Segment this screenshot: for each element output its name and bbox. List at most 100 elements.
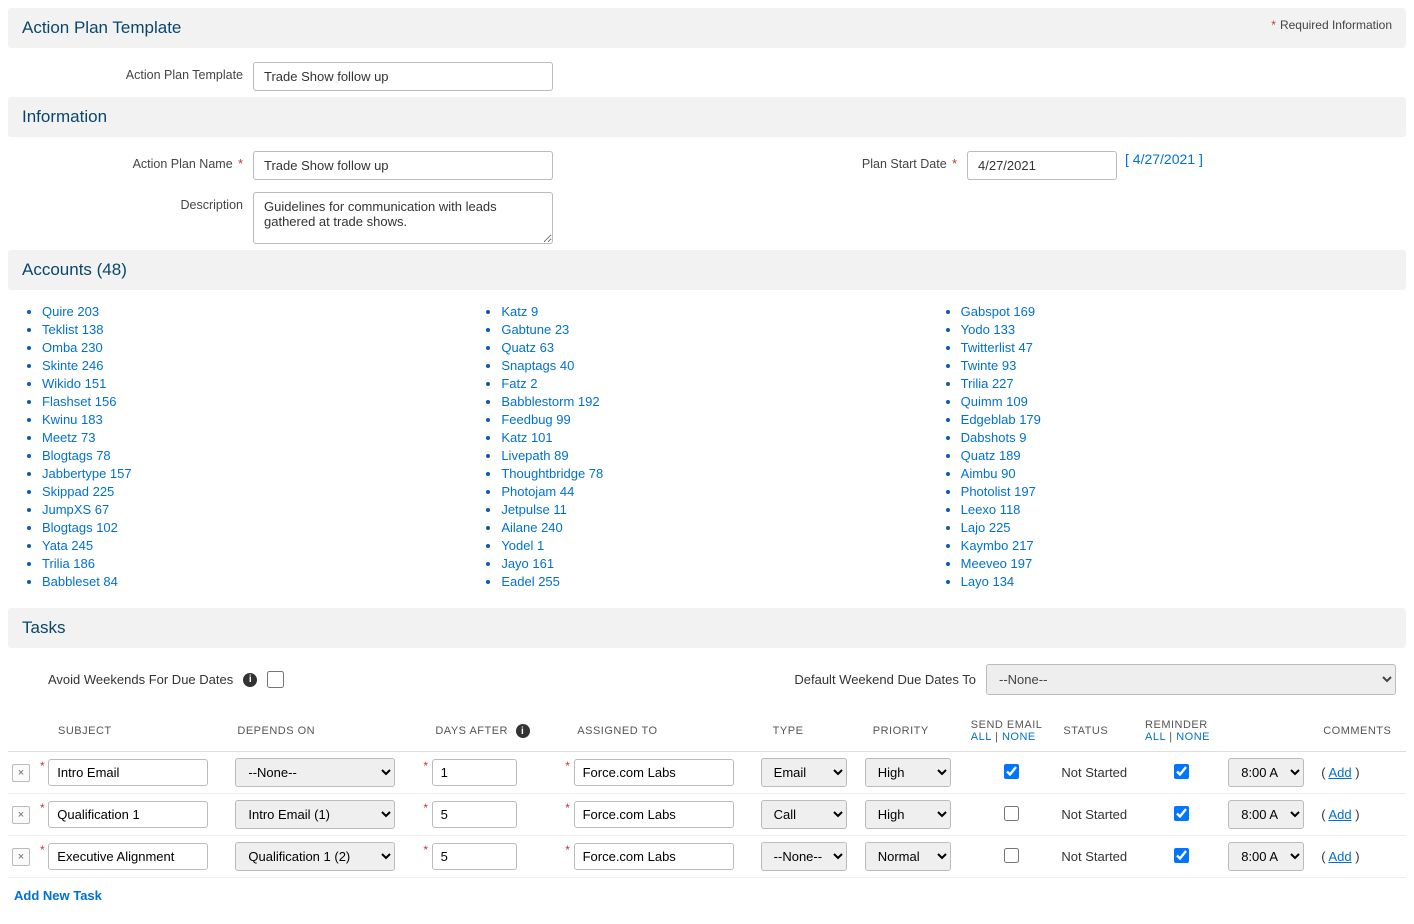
account-link[interactable]: Jabbertype 157 (42, 464, 477, 482)
account-link[interactable]: Jayo 161 (501, 554, 936, 572)
link-start-date-today[interactable]: [ 4/27/2021 ] (1125, 151, 1203, 167)
info-icon[interactable]: i (516, 724, 530, 738)
checkbox-reminder[interactable] (1174, 848, 1189, 863)
checkbox-send-email[interactable] (1004, 848, 1019, 863)
select-reminder-time[interactable]: 8:00 AM (1228, 800, 1304, 829)
input-description[interactable] (253, 192, 553, 244)
account-link[interactable]: Meetz 73 (42, 428, 477, 446)
account-link[interactable]: Yodo 133 (961, 320, 1396, 338)
account-link[interactable]: Snaptags 40 (501, 356, 936, 374)
select-type[interactable]: Email (761, 758, 847, 787)
select-priority[interactable]: High (865, 758, 951, 787)
input-plan-name[interactable] (253, 151, 553, 180)
select-type[interactable]: --None-- (761, 842, 847, 871)
checkbox-reminder[interactable] (1174, 764, 1189, 779)
account-link[interactable]: Kwinu 183 (42, 410, 477, 428)
input-subject[interactable] (48, 843, 208, 870)
account-link[interactable]: JumpXS 67 (42, 500, 477, 518)
account-link[interactable]: Lajo 225 (961, 518, 1396, 536)
link-add-comment[interactable]: Add (1328, 849, 1351, 864)
link-add-comment[interactable]: Add (1328, 807, 1351, 822)
account-link[interactable]: Dabshots 9 (961, 428, 1396, 446)
link-reminder-all[interactable]: ALL (1145, 731, 1166, 743)
account-link[interactable]: Blogtags 78 (42, 446, 477, 464)
input-subject[interactable] (48, 801, 208, 828)
account-link[interactable]: Twinte 93 (961, 356, 1396, 374)
account-link[interactable]: Omba 230 (42, 338, 477, 356)
input-start-date[interactable] (967, 151, 1117, 180)
select-reminder-time[interactable]: 8:00 AM (1228, 758, 1304, 787)
select-type[interactable]: Call (761, 800, 847, 829)
account-link[interactable]: Quimm 109 (961, 392, 1396, 410)
select-default-weekend[interactable]: --None-- (986, 664, 1396, 695)
account-link[interactable]: Twitterlist 47 (961, 338, 1396, 356)
account-link[interactable]: Feedbug 99 (501, 410, 936, 428)
account-link[interactable]: Layo 134 (961, 572, 1396, 590)
account-link[interactable]: Edgeblab 179 (961, 410, 1396, 428)
account-link[interactable]: Leexo 118 (961, 500, 1396, 518)
account-link[interactable]: Katz 9 (501, 302, 936, 320)
select-reminder-time[interactable]: 8:00 AM (1228, 842, 1304, 871)
account-link[interactable]: Jetpulse 11 (501, 500, 936, 518)
input-subject[interactable] (48, 759, 208, 786)
account-link[interactable]: Quire 203 (42, 302, 477, 320)
account-link[interactable]: Quatz 63 (501, 338, 936, 356)
account-link[interactable]: Photolist 197 (961, 482, 1396, 500)
account-link[interactable]: Wikido 151 (42, 374, 477, 392)
account-link[interactable]: Fatz 2 (501, 374, 936, 392)
link-add-new-task[interactable]: Add New Task (8, 878, 108, 913)
select-depends-on[interactable]: --None-- (235, 758, 395, 787)
account-link[interactable]: Trilia 186 (42, 554, 477, 572)
input-days-after[interactable] (432, 759, 517, 786)
input-assigned-to[interactable] (574, 843, 734, 870)
select-depends-on[interactable]: Intro Email (1) (235, 800, 395, 829)
account-link[interactable]: Babbleset 84 (42, 572, 477, 590)
account-link[interactable]: Aimbu 90 (961, 464, 1396, 482)
link-sendemail-none[interactable]: NONE (1002, 731, 1036, 743)
account-link[interactable]: Eadel 255 (501, 572, 936, 590)
account-link[interactable]: Teklist 138 (42, 320, 477, 338)
account-link[interactable]: Yata 245 (42, 536, 477, 554)
account-link[interactable]: Gabspot 169 (961, 302, 1396, 320)
col-comments: COMMENTS (1317, 711, 1406, 752)
account-link[interactable]: Skippad 225 (42, 482, 477, 500)
input-assigned-to[interactable] (574, 801, 734, 828)
account-link[interactable]: Livepath 89 (501, 446, 936, 464)
account-link[interactable]: Trilia 227 (961, 374, 1396, 392)
account-link[interactable]: Meeveo 197 (961, 554, 1396, 572)
account-link[interactable]: Ailane 240 (501, 518, 936, 536)
account-link[interactable]: Flashset 156 (42, 392, 477, 410)
link-add-comment[interactable]: Add (1328, 765, 1351, 780)
account-link[interactable]: Katz 101 (501, 428, 936, 446)
required-star-icon: * (38, 843, 45, 857)
input-days-after[interactable] (432, 843, 517, 870)
input-days-after[interactable] (432, 801, 517, 828)
status-text: Not Started (1061, 807, 1127, 822)
input-assigned-to[interactable] (574, 759, 734, 786)
info-icon[interactable]: i (243, 673, 257, 687)
link-sendemail-all[interactable]: ALL (971, 731, 992, 743)
delete-row-button[interactable]: × (12, 764, 30, 782)
select-priority[interactable]: Normal (865, 842, 951, 871)
account-link[interactable]: Photojam 44 (501, 482, 936, 500)
account-link[interactable]: Blogtags 102 (42, 518, 477, 536)
col-assigned: ASSIGNED TO (559, 711, 756, 752)
select-priority[interactable]: High (865, 800, 951, 829)
input-action-plan-template[interactable] (253, 62, 553, 91)
account-link[interactable]: Yodel 1 (501, 536, 936, 554)
select-depends-on[interactable]: Qualification 1 (2) (235, 842, 395, 871)
account-link[interactable]: Kaymbo 217 (961, 536, 1396, 554)
checkbox-send-email[interactable] (1004, 806, 1019, 821)
account-link[interactable]: Gabtune 23 (501, 320, 936, 338)
account-link[interactable]: Skinte 246 (42, 356, 477, 374)
checkbox-reminder[interactable] (1174, 806, 1189, 821)
checkbox-avoid-weekends[interactable] (267, 671, 284, 688)
link-reminder-none[interactable]: NONE (1176, 731, 1210, 743)
account-link[interactable]: Babblestorm 192 (501, 392, 936, 410)
delete-row-button[interactable]: × (12, 806, 30, 824)
checkbox-send-email[interactable] (1004, 764, 1019, 779)
delete-row-button[interactable]: × (12, 848, 30, 866)
account-link[interactable]: Thoughtbridge 78 (501, 464, 936, 482)
account-link[interactable]: Quatz 189 (961, 446, 1396, 464)
section-title-information: Information (22, 107, 107, 126)
